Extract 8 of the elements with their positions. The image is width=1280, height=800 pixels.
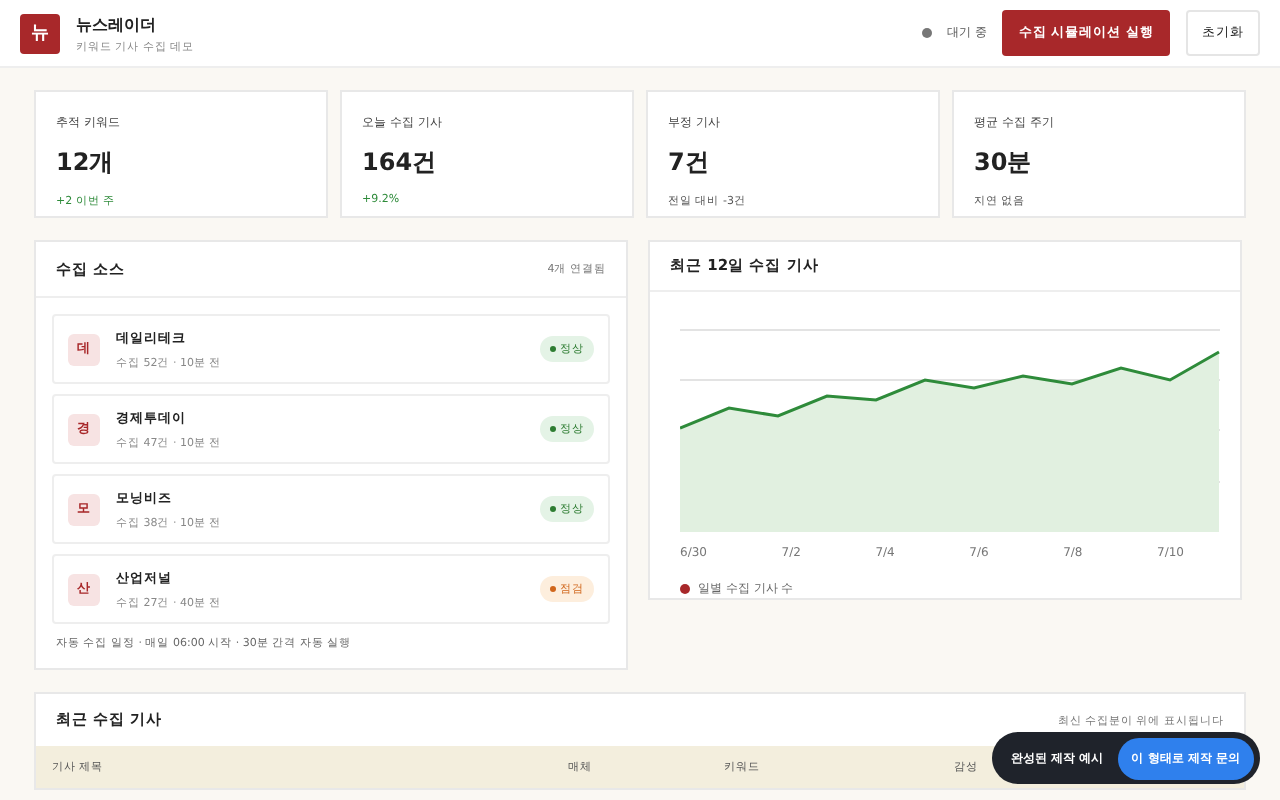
legend-swatch [680, 584, 690, 594]
stat-value: 12개 [56, 146, 116, 180]
stat-value: 164건 [362, 146, 439, 180]
status-dot [921, 28, 932, 38]
app-title: 뉴스레이더 [76, 13, 158, 35]
logo: 뉴 [20, 13, 60, 53]
stat-value: 30분 [974, 146, 1034, 180]
stat-value: 7건 [668, 146, 711, 180]
